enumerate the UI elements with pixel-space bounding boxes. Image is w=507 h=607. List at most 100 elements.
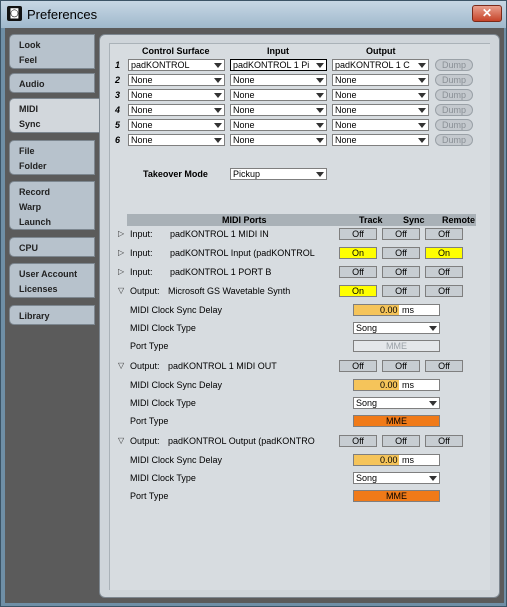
remote-toggle-button[interactable]: Off bbox=[425, 435, 463, 447]
track-toggle-button[interactable]: Off bbox=[339, 228, 377, 240]
sync-toggle-button[interactable]: Off bbox=[382, 285, 420, 297]
tab-file-folder[interactable]: File Folder bbox=[9, 140, 95, 175]
remote-toggle-button[interactable]: Off bbox=[425, 285, 463, 297]
midi-clock-sync-delay-field[interactable]: 0.00 ms bbox=[353, 304, 440, 316]
midi-sync-content[interactable]: Control Surface Input Output 1 padKONTROL… bbox=[109, 43, 490, 590]
port-direction: Output: bbox=[130, 436, 160, 446]
preferences-window: ◙ Preferences ✕ Look Feel Audio MIDI Syn… bbox=[0, 0, 507, 607]
track-toggle-button[interactable]: Off bbox=[339, 360, 377, 372]
input-dropdown[interactable]: None bbox=[230, 74, 327, 86]
track-toggle-button[interactable]: On bbox=[339, 247, 377, 259]
row-number: 5 bbox=[115, 120, 121, 130]
dump-button[interactable]: Dump bbox=[435, 104, 473, 116]
port-direction: Output: bbox=[130, 286, 160, 296]
row-number: 3 bbox=[115, 90, 121, 100]
output-dropdown[interactable]: None bbox=[332, 89, 429, 101]
control-surface-dropdown[interactable]: padKONTROL bbox=[128, 59, 225, 71]
title-bar[interactable]: ◙ Preferences ✕ bbox=[1, 1, 506, 28]
triangle-right-icon[interactable]: ▷ bbox=[118, 248, 124, 257]
tab-label: MIDI bbox=[19, 104, 38, 114]
dump-button[interactable]: Dump bbox=[435, 119, 473, 131]
triangle-down-icon[interactable]: ▽ bbox=[118, 286, 124, 295]
tab-label: Licenses bbox=[19, 284, 58, 294]
control-surface-dropdown[interactable]: None bbox=[128, 134, 225, 146]
sync-toggle-button[interactable]: Off bbox=[382, 228, 420, 240]
remote-toggle-button[interactable]: On bbox=[425, 247, 463, 259]
port-type-value[interactable]: MME bbox=[353, 415, 440, 427]
output-dropdown[interactable]: padKONTROL 1 C bbox=[332, 59, 429, 71]
dropdown-value: None bbox=[233, 75, 255, 85]
chevron-down-icon bbox=[418, 63, 426, 68]
tab-label: CPU bbox=[19, 243, 39, 253]
input-dropdown[interactable]: padKONTROL 1 Pi bbox=[230, 59, 327, 71]
sync-toggle-button[interactable]: Off bbox=[382, 247, 420, 259]
midi-clock-type-dropdown[interactable]: Song bbox=[353, 397, 440, 409]
control-surface-dropdown[interactable]: None bbox=[128, 74, 225, 86]
dropdown-value: None bbox=[131, 135, 153, 145]
triangle-down-icon[interactable]: ▽ bbox=[118, 436, 124, 445]
tab-library[interactable]: Library bbox=[9, 305, 95, 325]
dump-button[interactable]: Dump bbox=[435, 134, 473, 146]
tab-audio[interactable]: Audio bbox=[9, 73, 95, 93]
input-dropdown[interactable]: None bbox=[230, 119, 327, 131]
remote-toggle-button[interactable]: Off bbox=[425, 228, 463, 240]
midi-clock-sync-delay-label: MIDI Clock Sync Delay bbox=[130, 380, 223, 390]
dropdown-value: None bbox=[131, 105, 153, 115]
control-surface-dropdown[interactable]: None bbox=[128, 119, 225, 131]
tab-midi-sync[interactable]: MIDI Sync bbox=[9, 98, 103, 133]
port-type-label: Port Type bbox=[130, 491, 169, 501]
delay-unit: ms bbox=[402, 305, 414, 315]
dump-button[interactable]: Dump bbox=[435, 89, 473, 101]
tab-label: Record bbox=[19, 187, 51, 197]
input-dropdown[interactable]: None bbox=[230, 104, 327, 116]
sync-toggle-button[interactable]: Off bbox=[382, 266, 420, 278]
triangle-right-icon[interactable]: ▷ bbox=[118, 267, 124, 276]
tab-user-account-licenses[interactable]: User Account Licenses bbox=[9, 263, 95, 298]
midi-clock-type-label: MIDI Clock Type bbox=[130, 323, 196, 333]
tab-label: Look bbox=[19, 40, 41, 50]
midi-clock-sync-delay-field[interactable]: 0.00 ms bbox=[353, 379, 440, 391]
takeover-mode-label: Takeover Mode bbox=[143, 169, 208, 179]
tab-record-warp-launch[interactable]: Record Warp Launch bbox=[9, 181, 95, 230]
sync-toggle-button[interactable]: Off bbox=[382, 360, 420, 372]
row-number: 6 bbox=[115, 135, 121, 145]
settings-panel: Control Surface Input Output 1 padKONTROL… bbox=[99, 34, 500, 598]
input-dropdown[interactable]: None bbox=[230, 89, 327, 101]
delay-unit: ms bbox=[402, 380, 414, 390]
port-type-value[interactable]: MME bbox=[353, 490, 440, 502]
track-toggle-button[interactable]: Off bbox=[339, 435, 377, 447]
remote-toggle-button[interactable]: Off bbox=[425, 266, 463, 278]
triangle-right-icon[interactable]: ▷ bbox=[118, 229, 124, 238]
tab-look-feel[interactable]: Look Feel bbox=[9, 34, 95, 69]
port-type-label: Port Type bbox=[130, 341, 169, 351]
midi-clock-sync-delay-field[interactable]: 0.00 ms bbox=[353, 454, 440, 466]
close-button[interactable]: ✕ bbox=[472, 5, 502, 22]
track-toggle-button[interactable]: On bbox=[339, 285, 377, 297]
tab-label: User Account bbox=[19, 269, 78, 279]
dump-button[interactable]: Dump bbox=[435, 59, 473, 71]
control-surface-dropdown[interactable]: None bbox=[128, 89, 225, 101]
output-dropdown[interactable]: None bbox=[332, 74, 429, 86]
remote-toggle-button[interactable]: Off bbox=[425, 360, 463, 372]
takeover-mode-dropdown[interactable]: Pickup bbox=[230, 168, 327, 180]
track-toggle-button[interactable]: Off bbox=[339, 266, 377, 278]
port-name: padKONTROL 1 MIDI IN bbox=[170, 229, 269, 239]
dropdown-value: None bbox=[335, 120, 357, 130]
midi-clock-type-dropdown[interactable]: Song bbox=[353, 472, 440, 484]
output-dropdown[interactable]: None bbox=[332, 119, 429, 131]
midi-clock-type-dropdown[interactable]: Song bbox=[353, 322, 440, 334]
control-surface-dropdown[interactable]: None bbox=[128, 104, 225, 116]
tab-label: Warp bbox=[19, 202, 42, 212]
dump-button[interactable]: Dump bbox=[435, 74, 473, 86]
output-dropdown[interactable]: None bbox=[332, 104, 429, 116]
chevron-down-icon bbox=[214, 108, 222, 113]
ableton-icon: ◙ bbox=[7, 6, 22, 21]
chevron-down-icon bbox=[418, 108, 426, 113]
sync-toggle-button[interactable]: Off bbox=[382, 435, 420, 447]
tab-cpu[interactable]: CPU bbox=[9, 237, 95, 257]
output-dropdown[interactable]: None bbox=[332, 134, 429, 146]
header-track: Track bbox=[359, 215, 383, 225]
triangle-down-icon[interactable]: ▽ bbox=[118, 361, 124, 370]
header-midi-ports: MIDI Ports bbox=[222, 215, 267, 225]
input-dropdown[interactable]: None bbox=[230, 134, 327, 146]
